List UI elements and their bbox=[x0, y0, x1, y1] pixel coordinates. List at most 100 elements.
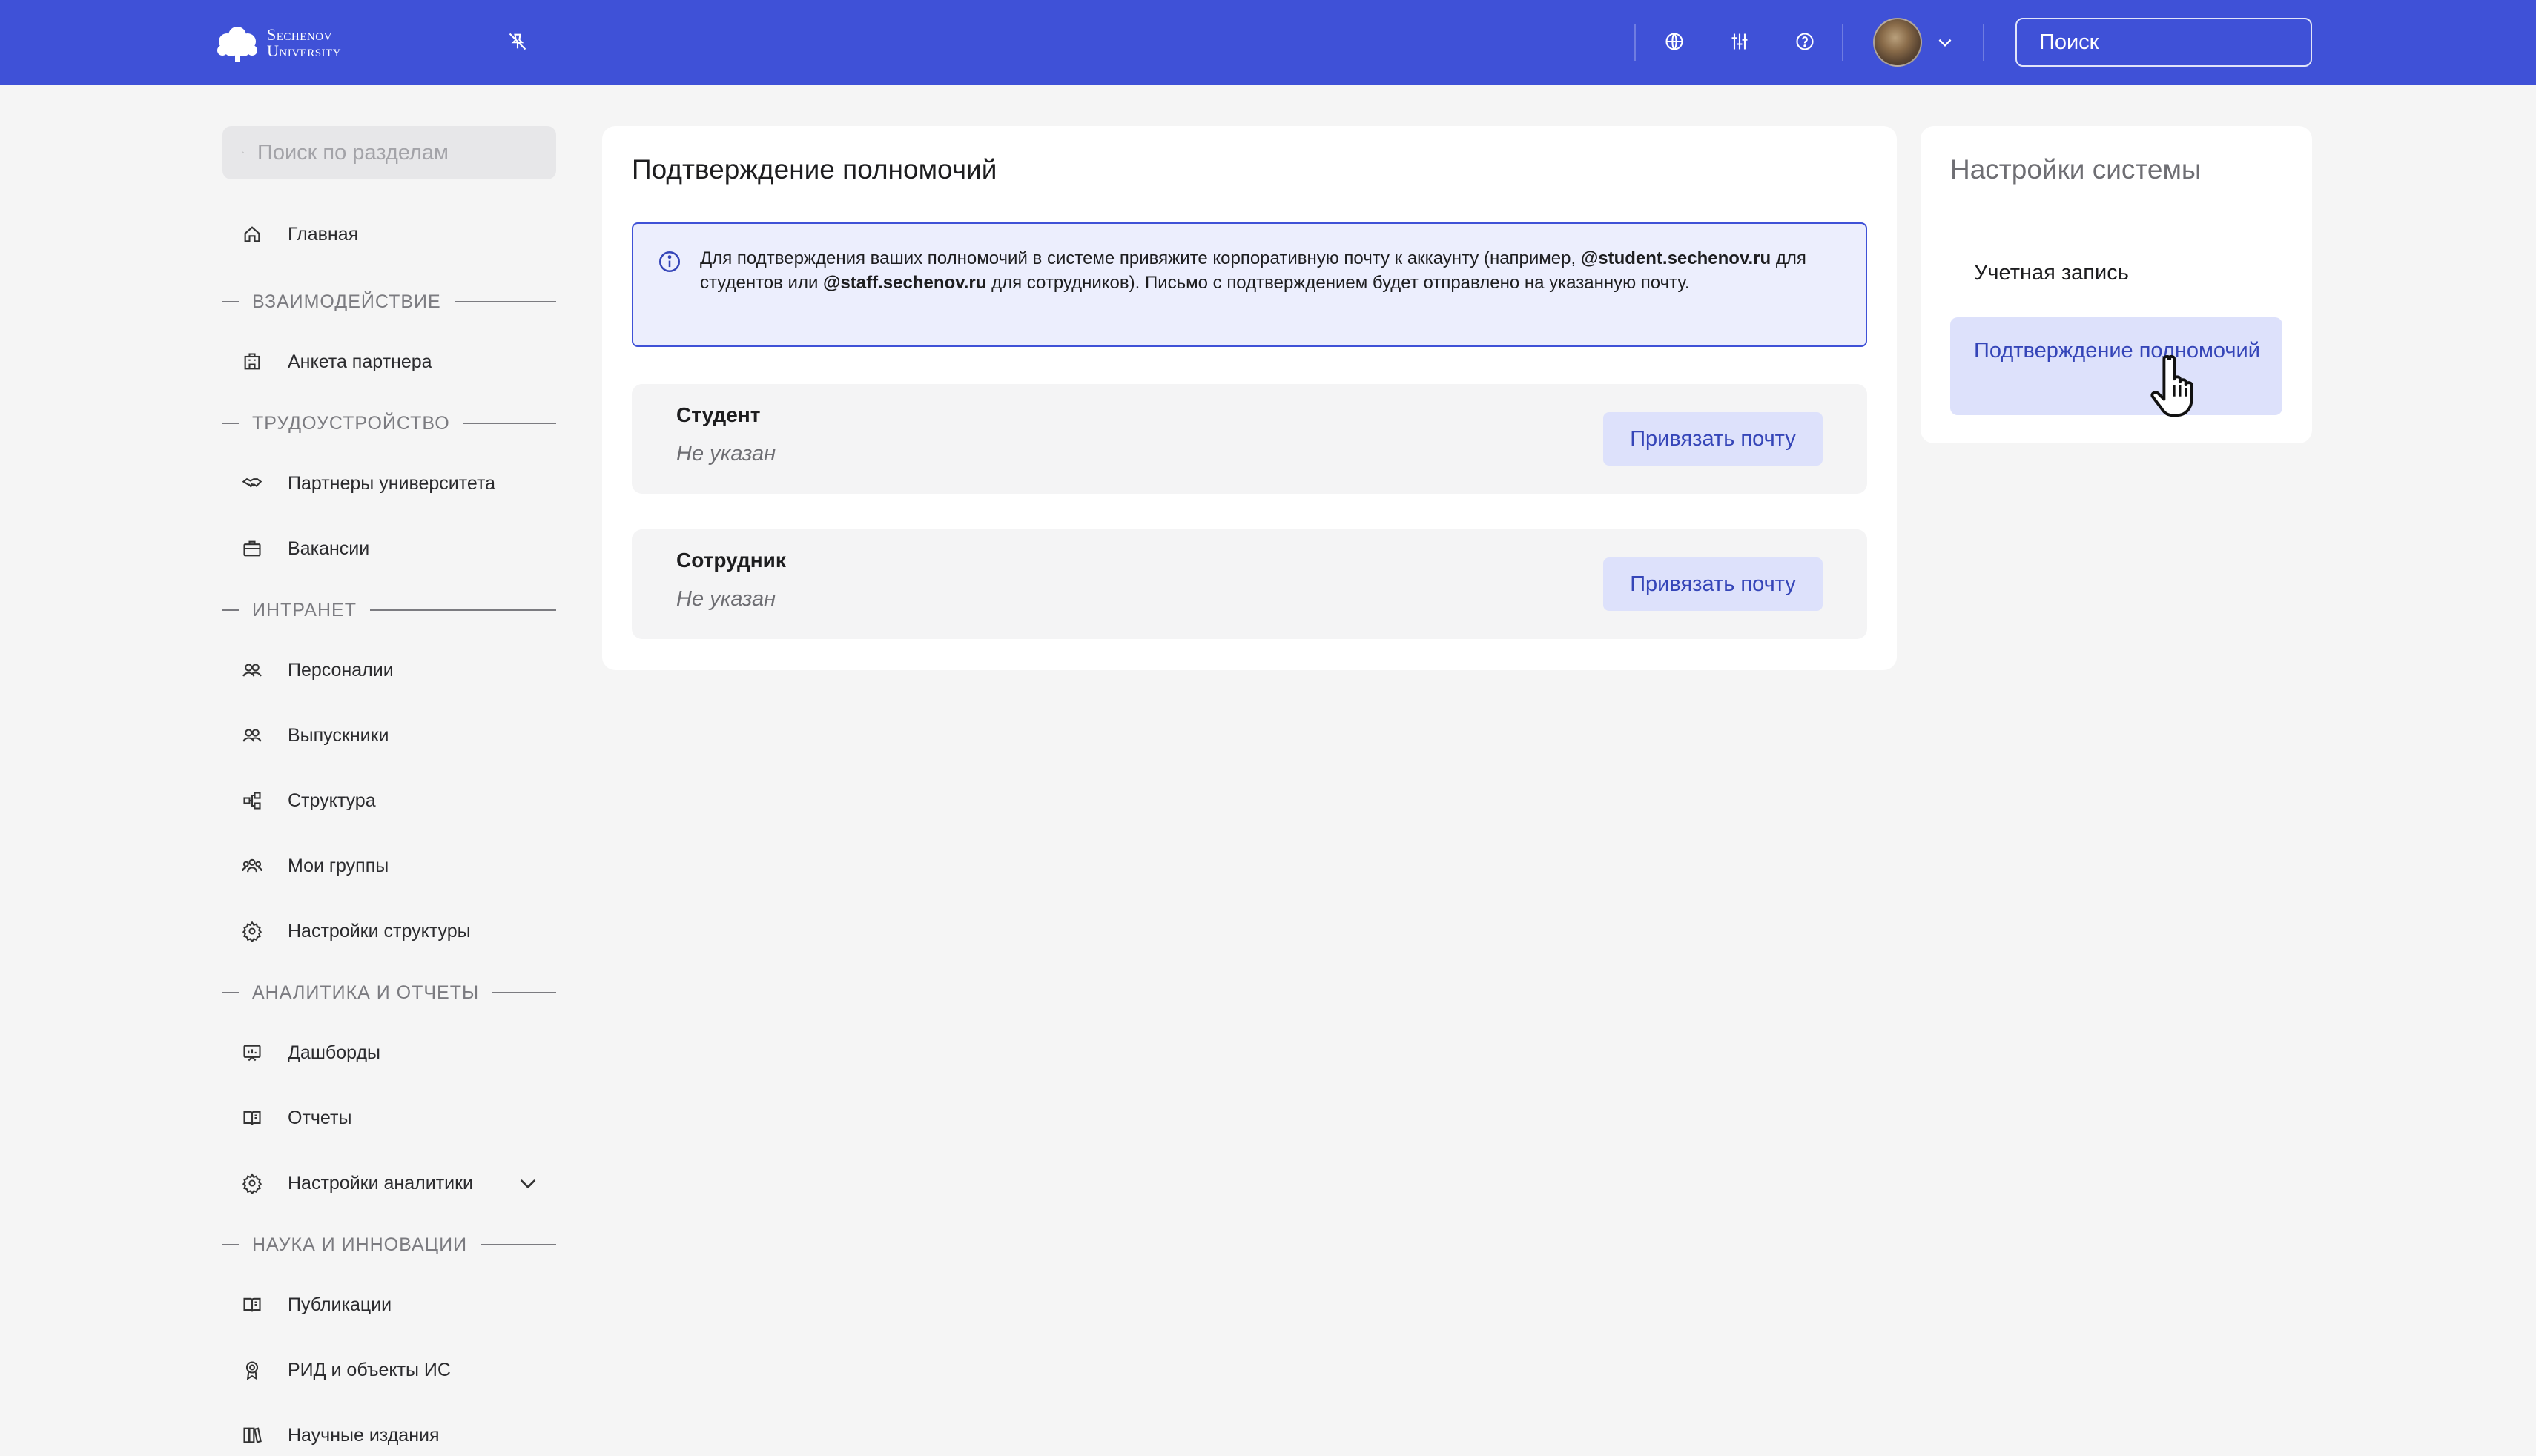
sechenov-university-logo[interactable]: Sechenov University bbox=[214, 22, 341, 64]
sidebar-item-dashboards[interactable]: Дашборды bbox=[222, 1030, 556, 1075]
role-row-student: Студент Не указан Привязать почту bbox=[632, 384, 1867, 494]
user-avatar[interactable] bbox=[1873, 18, 1922, 67]
section-header: АНАЛИТИКА И ОТЧЕТЫ bbox=[222, 980, 556, 1005]
sidebar-item-analytics-settings[interactable]: Настройки аналитики bbox=[222, 1161, 556, 1205]
tree-logo-icon bbox=[217, 27, 257, 62]
gear-icon bbox=[239, 918, 265, 944]
sidebar-item-alumni[interactable]: Выпускники bbox=[222, 713, 556, 758]
sidebar-item-label: Мои группы bbox=[288, 855, 389, 876]
authority-confirmation-card: Подтверждение полномочий Для подтвержден… bbox=[602, 126, 1897, 670]
sidebar-item-my-groups[interactable]: Мои группы bbox=[222, 844, 556, 888]
logo-text-line1: Sechenov bbox=[267, 25, 332, 44]
global-search-input[interactable] bbox=[2039, 30, 2319, 55]
language-button[interactable] bbox=[1660, 27, 1689, 56]
sidebar-item-label: Вакансии bbox=[288, 537, 370, 559]
sidebar-item-label: Структура bbox=[288, 790, 376, 811]
structure-icon bbox=[239, 787, 265, 814]
sidebar-item-label: Выпускники bbox=[288, 724, 389, 746]
settings-menu-title: Настройки системы bbox=[1950, 154, 2202, 185]
sidebar-item-label: РИД и объекты ИС bbox=[288, 1359, 451, 1380]
sidebar-item-scientific-journals[interactable]: Научные издания bbox=[222, 1413, 556, 1456]
chevron-down-icon[interactable] bbox=[516, 1171, 540, 1195]
help-icon bbox=[1796, 33, 1814, 50]
sidebar-item-label: Публикации bbox=[288, 1294, 392, 1315]
header-divider bbox=[1842, 24, 1843, 61]
sidebar-item-structure-settings[interactable]: Настройки структуры bbox=[222, 909, 556, 953]
book-icon bbox=[239, 1291, 265, 1318]
search-icon bbox=[242, 151, 244, 154]
settings-item-authority-confirmation[interactable]: Подтверждение полномочий bbox=[1950, 317, 2282, 415]
sliders-icon bbox=[1731, 33, 1748, 50]
dashboard-icon bbox=[239, 1039, 265, 1066]
sidebar-item-persons[interactable]: Персоналии bbox=[222, 648, 556, 692]
user-menu-toggle[interactable] bbox=[1932, 30, 1958, 55]
sidebar-item-label: Анкета партнера bbox=[288, 351, 432, 372]
sidebar-item-label: Настройки структуры bbox=[288, 920, 471, 942]
sidebar-item-reports[interactable]: Отчеты bbox=[222, 1096, 556, 1140]
handshake-icon bbox=[239, 470, 265, 497]
people-icon bbox=[239, 722, 265, 749]
sidebar-item-label: Отчеты bbox=[288, 1107, 352, 1128]
sidebar-item-university-partners[interactable]: Партнеры университета bbox=[222, 461, 556, 506]
staff-domain: @staff.sechenov.ru bbox=[823, 273, 987, 293]
section-title: НАУКА И ИННОВАЦИИ bbox=[252, 1234, 468, 1255]
book-icon bbox=[239, 1105, 265, 1131]
sidebar-item-partner-form[interactable]: Анкета партнера bbox=[222, 340, 556, 384]
filters-button[interactable] bbox=[1725, 27, 1754, 56]
help-button[interactable] bbox=[1790, 27, 1820, 56]
bind-email-button[interactable]: Привязать почту bbox=[1603, 557, 1823, 611]
briefcase-icon bbox=[239, 535, 265, 562]
role-row-employee: Сотрудник Не указан Привязать почту bbox=[632, 529, 1867, 639]
global-search[interactable] bbox=[2015, 18, 2319, 67]
sidebar-item-label: Партнеры университета bbox=[288, 472, 496, 494]
section-title: ИНТРАНЕТ bbox=[252, 599, 357, 621]
group-icon bbox=[239, 853, 265, 879]
globe-icon bbox=[1665, 33, 1683, 50]
section-header: ИНТРАНЕТ bbox=[222, 598, 556, 623]
settings-item-account[interactable]: Учетная запись bbox=[1950, 261, 2282, 285]
section-header: ТРУДОУСТРОЙСТВО bbox=[222, 411, 556, 436]
sidebar-item-label: Персоналии bbox=[288, 659, 394, 681]
role-name: Сотрудник bbox=[676, 549, 786, 572]
header-divider bbox=[1983, 24, 1984, 61]
chevron-down-icon bbox=[1938, 39, 1952, 47]
bind-email-button[interactable]: Привязать почту bbox=[1603, 412, 1823, 466]
role-status: Не указан bbox=[676, 442, 776, 466]
section-title: ТРУДОУСТРОЙСТВО bbox=[252, 412, 450, 434]
section-title: АНАЛИТИКА И ОТЧЕТЫ bbox=[252, 982, 480, 1003]
building-icon bbox=[239, 348, 265, 375]
unpin-sidebar-button[interactable] bbox=[504, 28, 531, 55]
student-domain: @student.sechenov.ru bbox=[1580, 248, 1771, 268]
section-header: ВЗАИМОДЕЙСТВИЕ bbox=[222, 289, 556, 314]
info-text: Для подтверждения ваших полномочий в сис… bbox=[700, 248, 1806, 293]
award-icon bbox=[239, 1357, 265, 1383]
sidebar-item-structure[interactable]: Структура bbox=[222, 778, 556, 823]
role-status: Не указан bbox=[676, 587, 776, 611]
section-header: НАУКА И ИННОВАЦИИ bbox=[222, 1232, 556, 1257]
role-name: Студент bbox=[676, 403, 761, 426]
header-divider bbox=[1634, 24, 1636, 61]
top-navigation-bar: Sechenov University bbox=[0, 0, 2536, 85]
sidebar-item-label: Главная bbox=[288, 223, 359, 245]
sidebar-item-label: Настройки аналитики bbox=[288, 1172, 474, 1194]
people-icon bbox=[239, 657, 265, 684]
section-title: ВЗАИМОДЕЙСТВИЕ bbox=[252, 291, 441, 312]
page-title: Подтверждение полномочий bbox=[632, 154, 997, 185]
library-icon bbox=[239, 1422, 265, 1449]
sidebar-item-home[interactable]: Главная bbox=[222, 212, 556, 257]
sidebar-item-label: Научные издания bbox=[288, 1424, 440, 1446]
gear-icon bbox=[239, 1170, 265, 1197]
logo-text-line2: University bbox=[267, 42, 342, 60]
home-icon bbox=[239, 221, 265, 248]
sidebar-item-label: Дашборды bbox=[288, 1042, 380, 1063]
sidebar-item-rid[interactable]: РИД и объекты ИС bbox=[222, 1348, 556, 1392]
pin-off-icon bbox=[509, 33, 526, 50]
sidebar-search[interactable] bbox=[222, 126, 556, 179]
pointer-cursor-icon bbox=[2150, 354, 2193, 417]
sidebar-item-vacancies[interactable]: Вакансии bbox=[222, 526, 556, 571]
sidebar-search-input[interactable] bbox=[257, 140, 537, 165]
info-notice: Для подтверждения ваших полномочий в сис… bbox=[632, 222, 1867, 347]
system-settings-menu: Настройки системы Учетная запись Подтвер… bbox=[1921, 126, 2312, 443]
sidebar-item-publications[interactable]: Публикации bbox=[222, 1283, 556, 1327]
info-icon bbox=[658, 251, 681, 273]
